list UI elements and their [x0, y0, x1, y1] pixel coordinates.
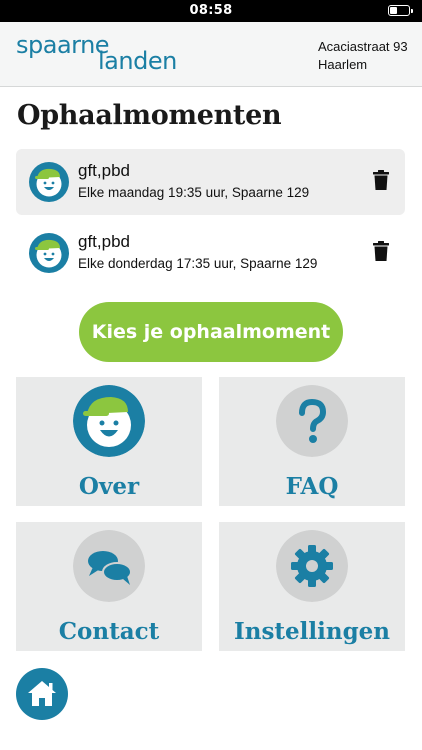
tile-over[interactable]: Over [16, 377, 202, 506]
tile-label: Contact [58, 618, 160, 645]
tile-contact[interactable]: Contact [16, 522, 202, 651]
battery-icon [388, 5, 413, 16]
logo-line-1: spaarne [16, 31, 110, 59]
pickup-type: gft,pbd [78, 232, 130, 251]
trash-icon[interactable] [373, 170, 389, 190]
trash-icon[interactable] [373, 241, 389, 261]
gear-icon [276, 530, 348, 602]
mascot-icon [73, 385, 145, 457]
pickup-schedule: Elke maandag 19:35 uur, Spaarne 129 [78, 185, 310, 200]
tile-settings[interactable]: Instellingen [219, 522, 405, 651]
pickup-item[interactable]: gft,pbd Elke donderdag 17:35 uur, Spaarn… [16, 220, 405, 286]
address-city: Haarlem [318, 57, 368, 72]
question-icon [276, 385, 348, 457]
address: Acaciastraat 93 Haarlem [318, 38, 408, 74]
status-time: 08:58 [189, 3, 233, 18]
choose-pickup-button[interactable]: Kies je ophaalmoment [79, 302, 343, 362]
tile-label: Over [78, 473, 140, 500]
home-icon [28, 681, 56, 706]
pickup-item[interactable]: gft,pbd Elke maandag 19:35 uur, Spaarne … [16, 149, 405, 215]
chat-icon [73, 530, 145, 602]
app-header: spaarne landen Acaciastraat 93 Haarlem [0, 22, 422, 87]
pickup-type: gft,pbd [78, 161, 130, 180]
tile-label: Instellingen [233, 618, 391, 645]
home-button[interactable] [16, 668, 68, 720]
tile-label: FAQ [285, 473, 339, 500]
mascot-icon [29, 162, 69, 202]
page-title: Ophaalmomenten [17, 100, 282, 131]
address-street: Acaciastraat 93 [318, 39, 408, 54]
mascot-icon [29, 233, 69, 273]
tile-faq[interactable]: FAQ [219, 377, 405, 506]
status-bar: 08:58 [0, 0, 422, 22]
logo-line-2: landen [98, 47, 177, 75]
pickup-schedule: Elke donderdag 17:35 uur, Spaarne 129 [78, 256, 318, 271]
